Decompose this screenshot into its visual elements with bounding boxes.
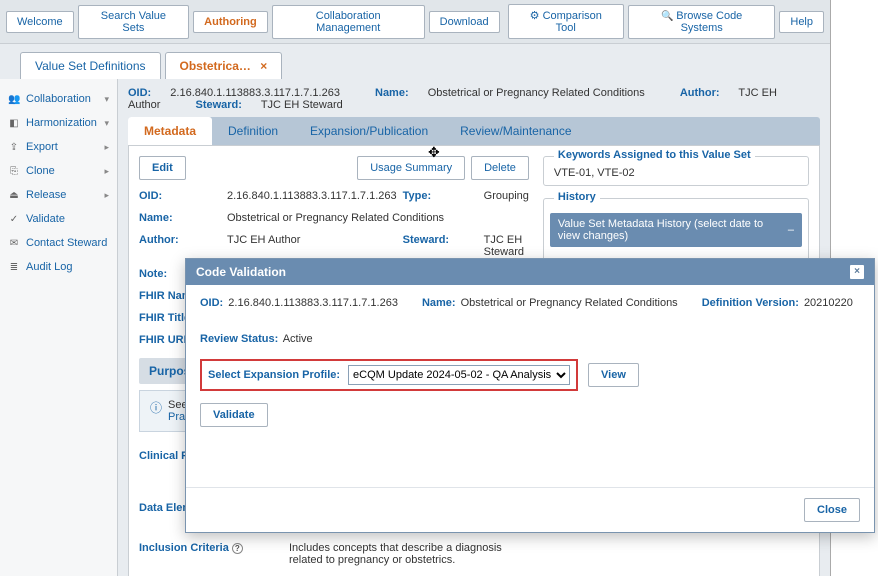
- sidebar-item-clone[interactable]: ⎘ Clone ▸: [0, 159, 117, 183]
- export-icon: ⇪: [8, 142, 20, 153]
- expansion-profile-select[interactable]: eCQM Update 2024-05-02 - QA Analysis: [348, 365, 570, 385]
- delete-button[interactable]: Delete: [471, 156, 529, 180]
- help-icon[interactable]: ?: [232, 543, 243, 554]
- release-icon: ⏏: [8, 190, 20, 201]
- sidebar-item-label: Audit Log: [26, 261, 72, 273]
- inner-tabs: Metadata Definition Expansion/Publicatio…: [128, 117, 820, 145]
- sidebar-item-label: Harmonization: [26, 117, 97, 129]
- close-icon[interactable]: ×: [850, 265, 864, 279]
- mail-icon: ✉: [8, 238, 20, 249]
- tab-welcome[interactable]: Welcome: [6, 11, 74, 33]
- code-validation-dialog: Code Validation × OID: 2.16.840.1.113883…: [185, 258, 875, 533]
- tab-search-value-sets[interactable]: Search Value Sets: [78, 5, 190, 39]
- sidebar-item-audit-log[interactable]: ≣ Audit Log: [0, 255, 117, 279]
- caret-icon: ▾: [104, 118, 109, 129]
- validate-button[interactable]: Validate: [200, 403, 268, 427]
- subtab-obstetrica[interactable]: Obstetrica… ×: [165, 52, 283, 79]
- sidebar-item-export[interactable]: ⇪ Export ▸: [0, 135, 117, 159]
- subtab-value-set-definitions[interactable]: Value Set Definitions: [20, 52, 161, 79]
- keywords-value: VTE-01, VTE-02: [554, 167, 798, 179]
- clone-icon: ⎘: [8, 166, 20, 177]
- sidebar-item-label: Contact Steward: [26, 237, 107, 249]
- people-icon: 👥: [8, 94, 20, 105]
- caret-icon: ▸: [104, 166, 109, 177]
- tab-metadata[interactable]: Metadata: [128, 117, 212, 145]
- tab-review-maintenance[interactable]: Review/Maintenance: [444, 117, 587, 145]
- sidebar-item-label: Clone: [26, 165, 55, 177]
- info-icon: ⓘ: [150, 399, 162, 416]
- metadata-toolbar: Edit Usage Summary Delete: [139, 156, 529, 180]
- comparison-tool-button[interactable]: Comparison Tool: [508, 4, 624, 39]
- caret-icon: ▸: [104, 190, 109, 201]
- log-icon: ≣: [8, 262, 20, 273]
- expansion-profile-label: Select Expansion Profile:: [208, 369, 340, 381]
- keywords-box: Keywords Assigned to this Value Set VTE-…: [543, 156, 809, 186]
- harmonize-icon: ◧: [8, 118, 20, 129]
- view-button[interactable]: View: [588, 363, 639, 387]
- usage-summary-button[interactable]: Usage Summary: [357, 156, 465, 180]
- close-icon[interactable]: ×: [260, 59, 267, 73]
- sidebar-item-contact-steward[interactable]: ✉ Contact Steward: [0, 231, 117, 255]
- sidebar-item-release[interactable]: ⏏ Release ▸: [0, 183, 117, 207]
- help-button[interactable]: Help: [779, 11, 824, 33]
- caret-icon: ▸: [104, 142, 109, 153]
- keywords-legend: Keywords Assigned to this Value Set: [554, 149, 755, 161]
- sidebar-item-label: Validate: [26, 213, 65, 225]
- sidebar-item-harmonization[interactable]: ◧ Harmonization ▾: [0, 111, 117, 135]
- edit-button[interactable]: Edit: [139, 156, 186, 180]
- close-button[interactable]: Close: [804, 498, 860, 522]
- tab-collab-mgmt[interactable]: Collaboration Management: [272, 5, 425, 39]
- dialog-title: Code Validation: [196, 265, 286, 279]
- value-set-header: OID: 2.16.840.1.113883.3.117.1.7.1.263 N…: [128, 79, 820, 117]
- tab-expansion-publication[interactable]: Expansion/Publication: [294, 117, 444, 145]
- check-icon: ✓: [8, 214, 20, 225]
- dialog-info-row: OID: 2.16.840.1.113883.3.117.1.7.1.263 N…: [200, 297, 860, 345]
- sidebar-item-label: Release: [26, 189, 66, 201]
- caret-icon: ▾: [104, 94, 109, 105]
- subtab-obstetrica-label: Obstetrica…: [180, 59, 251, 73]
- sidebar-item-collaboration[interactable]: 👥 Collaboration ▾: [0, 87, 117, 111]
- history-header: Value Set Metadata History (select date …: [550, 213, 802, 247]
- tab-definition[interactable]: Definition: [212, 117, 294, 145]
- collapse-icon[interactable]: –: [788, 224, 794, 236]
- sidebar-item-validate[interactable]: ✓ Validate: [0, 207, 117, 231]
- browse-code-systems-button[interactable]: Browse Code Systems: [628, 5, 775, 39]
- tab-authoring[interactable]: Authoring: [193, 11, 268, 33]
- dialog-header[interactable]: Code Validation ×: [186, 259, 874, 285]
- expansion-profile-row: Select Expansion Profile: eCQM Update 20…: [200, 359, 578, 391]
- sidebar: 👥 Collaboration ▾ ◧ Harmonization ▾ ⇪ Export ▸…: [0, 79, 118, 576]
- sidebar-item-label: Collaboration: [26, 93, 91, 105]
- sidebar-item-label: Export: [26, 141, 58, 153]
- tab-download[interactable]: Download: [429, 11, 500, 33]
- subtab-bar: Value Set Definitions Obstetrica… ×: [20, 52, 822, 79]
- top-nav: Welcome Search Value Sets Authoring Coll…: [0, 0, 830, 44]
- history-legend: History: [554, 191, 600, 203]
